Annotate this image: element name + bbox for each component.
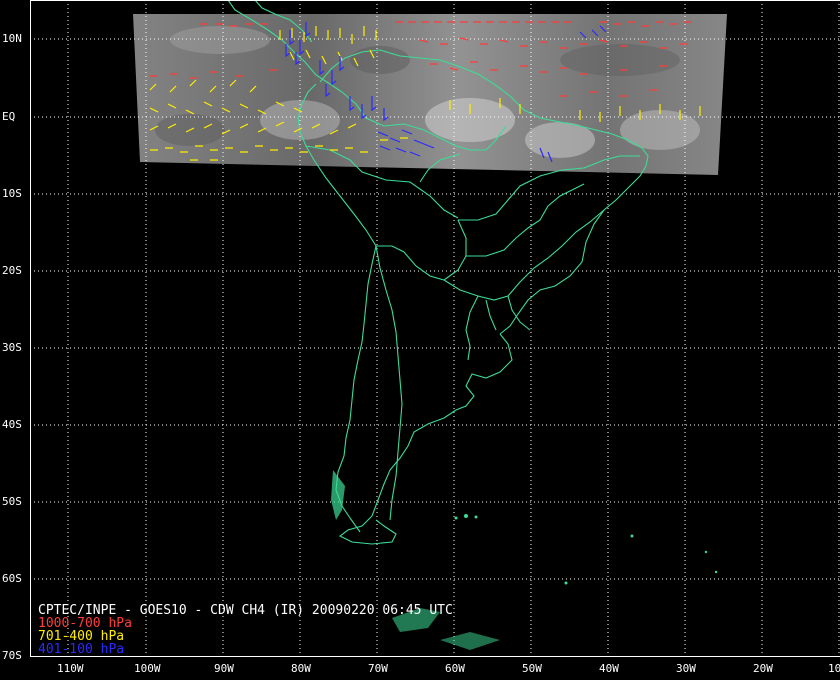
- lon-label-40w: 40W: [599, 662, 619, 675]
- lon-label-110w: 110W: [57, 662, 84, 675]
- satellite-imagery-swath: [133, 14, 727, 175]
- lat-label-60s: 60S: [2, 572, 22, 585]
- lat-label-eq: EQ: [2, 110, 16, 123]
- lon-label-70w: 70W: [368, 662, 388, 675]
- lon-label-50w: 50W: [522, 662, 542, 675]
- lat-label-40s: 40S: [2, 418, 22, 431]
- lon-label-20w: 20W: [753, 662, 773, 675]
- lat-label-20s: 20S: [2, 264, 22, 277]
- lon-label-90w: 90W: [214, 662, 234, 675]
- map-view: 10N EQ 10S 20S 30S 40S 50S 60S 70S 110W …: [0, 0, 840, 680]
- map-canvas: [30, 0, 840, 656]
- lon-label-60w: 60W: [445, 662, 465, 675]
- lat-label-10s: 10S: [2, 187, 22, 200]
- lat-label-70s: 70S: [2, 649, 22, 662]
- map-caption: CPTEC/INPE - GOES10 - CDW CH4 (IR) 20090…: [38, 604, 453, 656]
- lat-label-50s: 50S: [2, 495, 22, 508]
- lon-label-30w: 30W: [676, 662, 696, 675]
- lon-label-100w: 100W: [134, 662, 161, 675]
- lon-label-80w: 80W: [291, 662, 311, 675]
- lat-label-10n: 10N: [2, 32, 22, 45]
- lon-label-10w: 10: [828, 662, 840, 675]
- legend-upper-level: 401-100 hPa: [38, 642, 125, 657]
- lat-label-30s: 30S: [2, 341, 22, 354]
